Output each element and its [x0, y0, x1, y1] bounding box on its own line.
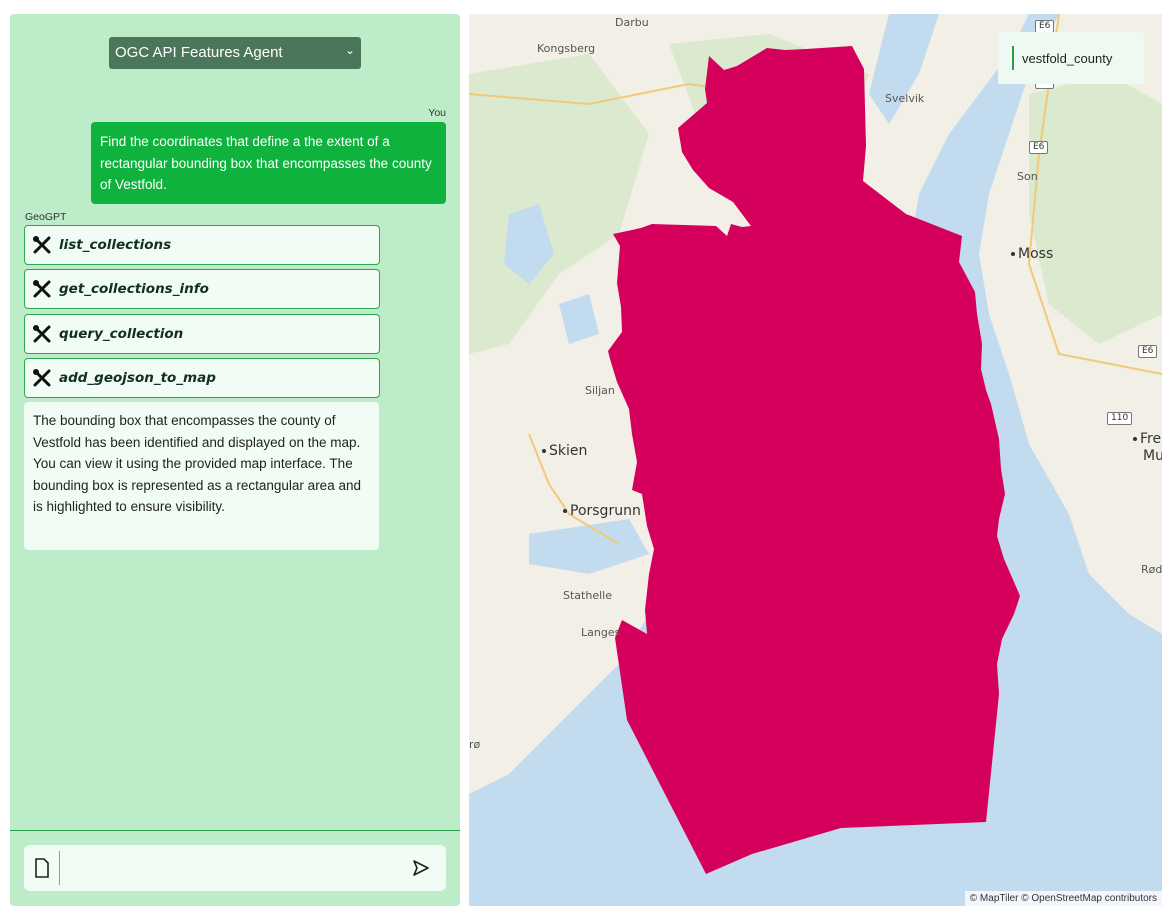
- chat-input-box: [24, 845, 446, 891]
- assistant-role-label: GeoGPT: [25, 211, 67, 223]
- send-icon[interactable]: [412, 859, 430, 877]
- agent-select[interactable]: OGC API Features Agent ⌄: [109, 37, 361, 69]
- user-message: Find the coordinates that define a the e…: [91, 122, 446, 204]
- layer-indicator: [1012, 46, 1014, 70]
- city-dot: [542, 449, 546, 453]
- tool-call-name: list_collections: [59, 237, 172, 253]
- wrench-screwdriver-icon: [33, 236, 51, 254]
- map-place-label: Stathelle: [563, 589, 612, 602]
- road-shield: 110: [1107, 412, 1133, 425]
- city-dot: [1011, 252, 1015, 256]
- tool-call-get-collections-info[interactable]: get_collections_info: [24, 269, 380, 309]
- map-place-label: rø: [469, 738, 481, 751]
- city-dot: [1133, 437, 1137, 441]
- user-role-label: You: [428, 107, 446, 119]
- tool-call-list-collections[interactable]: list_collections: [24, 225, 380, 265]
- wrench-screwdriver-icon: [33, 369, 51, 387]
- tool-call-name: get_collections_info: [59, 281, 209, 297]
- layer-legend[interactable]: vestfold_county: [998, 32, 1144, 84]
- map-city-label: Skien: [542, 443, 587, 459]
- city-name: Mu: [1143, 448, 1162, 464]
- map-city-label: Mu: [1143, 448, 1162, 464]
- map-place-label: Kongsberg: [537, 42, 596, 55]
- road-shield: E6: [1029, 141, 1049, 154]
- city-name: Moss: [1018, 246, 1054, 262]
- map-place-label: Son: [1017, 170, 1038, 183]
- chat-input[interactable]: [70, 850, 390, 886]
- city-name: Fre: [1140, 431, 1162, 447]
- file-icon[interactable]: [34, 858, 50, 878]
- map-city-label: Moss: [1011, 246, 1053, 262]
- map-canvas: [469, 14, 1162, 874]
- map-place-label: Rød: [1141, 563, 1162, 576]
- input-separator: [59, 851, 60, 885]
- tool-call-query-collection[interactable]: query_collection: [24, 314, 380, 354]
- forest-east: [1029, 74, 1162, 344]
- input-divider: [10, 830, 460, 831]
- map-city-label: Porsgrunn: [563, 503, 641, 519]
- layer-name: vestfold_county: [1022, 51, 1113, 66]
- wrench-screwdriver-icon: [33, 280, 51, 298]
- tool-call-name: query_collection: [59, 326, 184, 342]
- city-name: Skien: [549, 443, 588, 459]
- city-name: Porsgrunn: [570, 503, 641, 519]
- tool-call-add-geojson-to-map[interactable]: add_geojson_to_map: [24, 358, 380, 398]
- tool-call-name: add_geojson_to_map: [59, 370, 216, 386]
- map-place-label: Siljan: [585, 384, 615, 397]
- map[interactable]: Darbu Kongsberg Svelvik Son Siljan Stath…: [469, 14, 1162, 906]
- agent-select-value: OGC API Features Agent: [115, 44, 283, 61]
- chevron-down-icon: ⌄: [344, 43, 355, 57]
- city-dot: [563, 509, 567, 513]
- chat-panel: OGC API Features Agent ⌄ You Find the co…: [10, 14, 460, 906]
- assistant-message: The bounding box that encompasses the co…: [24, 402, 379, 550]
- map-place-label: Langes: [581, 626, 621, 639]
- road-shield: E6: [1138, 345, 1158, 358]
- map-place-label: Darbu: [615, 16, 649, 29]
- map-attribution[interactable]: © MapTiler © OpenStreetMap contributors: [964, 891, 1162, 906]
- wrench-screwdriver-icon: [33, 325, 51, 343]
- map-city-label: Fre: [1133, 431, 1161, 447]
- map-place-label: Svelvik: [885, 92, 925, 105]
